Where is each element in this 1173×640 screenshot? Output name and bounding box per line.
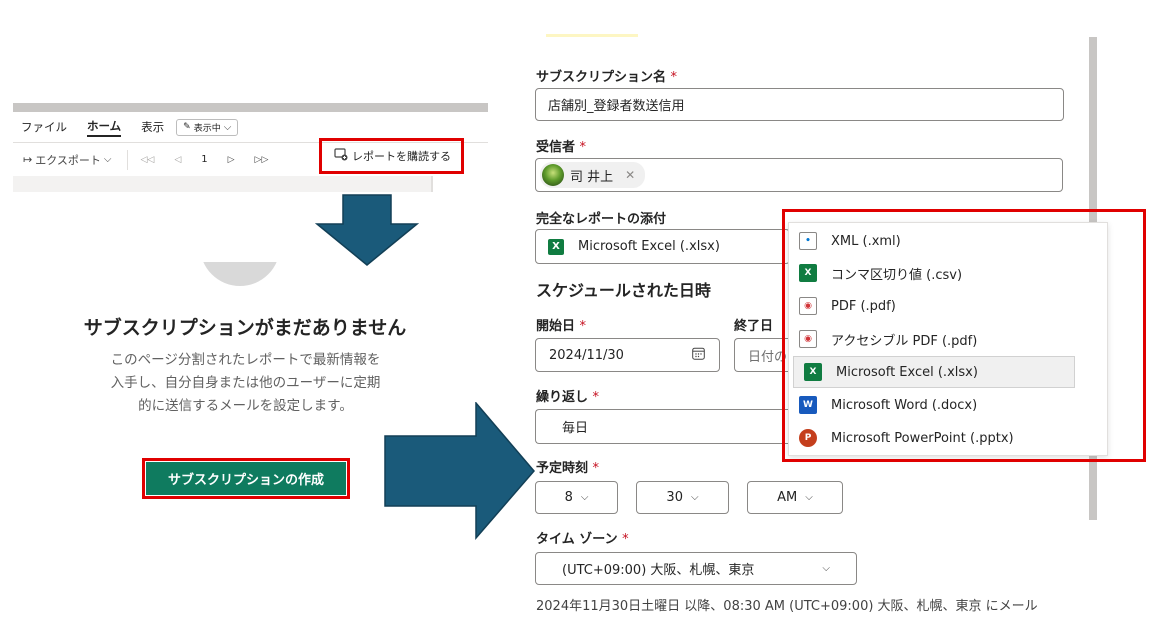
right-arrow-icon (384, 402, 535, 540)
end-date-label: 終了日 (734, 319, 774, 334)
chevron-down-icon: ⌵ (580, 492, 589, 503)
recipients-input[interactable]: 司 井上 ✕ (535, 158, 1063, 192)
subscribe-icon (334, 148, 348, 164)
ribbon-tabs: ファイル ホーム 表示 ✎ 表示中 ⌵ (13, 112, 488, 142)
schedule-section-title: スケジュールされた日時 (536, 281, 711, 300)
accessible-pdf-file-icon: ◉ (799, 330, 817, 348)
ampm-value: AM (777, 490, 798, 505)
canvas-blank (433, 176, 488, 192)
hour-dropdown[interactable]: 8 ⌵ (535, 481, 618, 514)
minute-value: 30 (666, 490, 683, 505)
repeat-dropdown[interactable]: 毎日 (535, 409, 790, 444)
menu-item-accessible-pdf[interactable]: ◉ アクセシブル PDF (.pdf) (789, 323, 1109, 355)
view-mode-label: 表示中 (193, 123, 221, 134)
scheduled-time-label: 予定時刻 * (536, 461, 600, 476)
export-arrow-icon: ↦ (23, 153, 33, 166)
first-page-icon[interactable]: ◁◁ (140, 155, 154, 165)
calendar-icon[interactable] (692, 347, 705, 364)
report-ribbon: ファイル ホーム 表示 ✎ 表示中 ⌵ ↦ エクスポート ⌵ ◁◁ ◁ 1 ▷ … (13, 103, 488, 192)
start-date-value: 2024/11/30 (549, 347, 624, 363)
repeat-label: 繰り返し * (536, 390, 600, 405)
subscribe-button[interactable]: レポートを購読する (334, 148, 451, 164)
empty-state-description: このページ分割されたレポートで最新情報を入手し、自分自身または他のユーザーに定期… (110, 352, 381, 414)
empty-state-title: サブスクリプションがまだありません (83, 317, 407, 339)
create-subscription-button[interactable]: サブスクリプションの作成 (146, 462, 346, 495)
chevron-down-icon: ⌵ (805, 492, 813, 503)
next-page-icon[interactable]: ▷ (228, 155, 235, 165)
toolbar-divider (127, 149, 129, 170)
menu-item-label: Microsoft PowerPoint (.pptx) (831, 430, 1014, 446)
repeat-value: 毎日 (562, 421, 589, 436)
attachment-label: 完全なレポートの添付 (536, 212, 667, 227)
menu-item-label: Microsoft Word (.docx) (831, 397, 978, 413)
minute-dropdown[interactable]: 30 ⌵ (636, 481, 729, 514)
panel-accent (546, 34, 638, 37)
tab-home[interactable]: ホーム (87, 118, 122, 137)
view-mode-dropdown[interactable]: ✎ 表示中 ⌵ (176, 118, 239, 136)
end-date-input[interactable]: 日付の (734, 338, 794, 372)
start-date-input[interactable]: 2024/11/30 (535, 338, 720, 372)
menu-item-label: アクセシブル PDF (.pdf) (831, 333, 978, 349)
pdf-file-icon: ◉ (799, 297, 817, 315)
recipients-label: 受信者 * (536, 140, 587, 155)
menu-item-powerpoint[interactable]: P Microsoft PowerPoint (.pptx) (789, 422, 1109, 454)
avatar (542, 164, 564, 186)
csv-file-icon: X (799, 264, 817, 282)
remove-recipient-icon[interactable]: ✕ (625, 168, 635, 182)
menu-item-pdf[interactable]: ◉ PDF (.pdf) (789, 290, 1109, 322)
empty-state-illustration (200, 262, 280, 286)
chevron-down-icon: ⌵ (690, 492, 699, 503)
subscription-name-value: 店舗別_登録者数送信用 (548, 99, 685, 114)
menu-item-word[interactable]: W Microsoft Word (.docx) (789, 389, 1109, 421)
ribbon-top-border (13, 103, 488, 112)
xml-file-icon: • (799, 232, 817, 250)
schedule-summary: 2024年11月30日土曜日 以降、08:30 AM (UTC+09:00) 大… (536, 599, 1038, 612)
menu-item-label: コンマ区切り値 (.csv) (831, 267, 963, 283)
report-canvas-edge (13, 176, 433, 192)
chevron-down-icon: ⌵ (822, 563, 830, 574)
chevron-down-icon: ⌵ (103, 154, 112, 165)
ampm-dropdown[interactable]: AM ⌵ (747, 481, 843, 514)
page-number: 1 (201, 154, 208, 165)
end-date-placeholder: 日付の (748, 349, 788, 365)
menu-item-label: PDF (.pdf) (831, 298, 896, 314)
excel-icon: X (548, 238, 564, 255)
word-icon: W (799, 396, 817, 414)
tab-view[interactable]: 表示 (141, 119, 164, 135)
attachment-format-value: Microsoft Excel (.xlsx) (578, 239, 720, 254)
hour-value: 8 (564, 490, 573, 505)
last-page-icon[interactable]: ▷▷ (255, 155, 269, 165)
menu-item-xml[interactable]: • XML (.xml) (789, 225, 1109, 257)
down-arrow-icon (315, 194, 419, 266)
export-button[interactable]: ↦ エクスポート ⌵ (23, 152, 111, 168)
subscription-name-label: サブスクリプション名 * (536, 70, 678, 85)
menu-item-csv[interactable]: X コンマ区切り値 (.csv) (789, 257, 1109, 289)
excel-icon: X (804, 363, 822, 381)
timezone-dropdown[interactable]: (UTC+09:00) 大阪、札幌、東京 ⌵ (535, 552, 857, 585)
tab-file[interactable]: ファイル (21, 119, 67, 135)
powerpoint-icon: P (799, 429, 817, 447)
subscription-name-input[interactable]: 店舗別_登録者数送信用 (535, 88, 1064, 121)
menu-item-label: XML (.xml) (831, 233, 901, 249)
chevron-down-icon: ⌵ (223, 121, 232, 133)
attachment-format-menu: • XML (.xml) X コンマ区切り値 (.csv) ◉ PDF (.pd… (788, 222, 1108, 456)
export-label: エクスポート (35, 153, 101, 167)
attachment-format-dropdown[interactable]: X Microsoft Excel (.xlsx) (535, 229, 790, 264)
timezone-label: タイム ゾーン * (536, 532, 629, 547)
start-date-label: 開始日 * (536, 319, 587, 334)
pen-icon: ✎ (183, 122, 191, 132)
subscribe-label: レポートを購読する (352, 150, 451, 163)
ribbon-toolbar: ↦ エクスポート ⌵ ◁◁ ◁ 1 ▷ ▷▷ レポートを購読する (13, 142, 488, 176)
menu-item-label: Microsoft Excel (.xlsx) (836, 364, 978, 380)
menu-item-excel[interactable]: X Microsoft Excel (.xlsx) (793, 356, 1075, 388)
pager: ◁◁ ◁ 1 ▷ ▷▷ (140, 154, 268, 165)
recipient-chip: 司 井上 ✕ (540, 162, 646, 188)
recipient-name: 司 井上 (570, 169, 614, 185)
timezone-value: (UTC+09:00) 大阪、札幌、東京 (562, 563, 755, 578)
previous-page-icon[interactable]: ◁ (174, 155, 181, 165)
